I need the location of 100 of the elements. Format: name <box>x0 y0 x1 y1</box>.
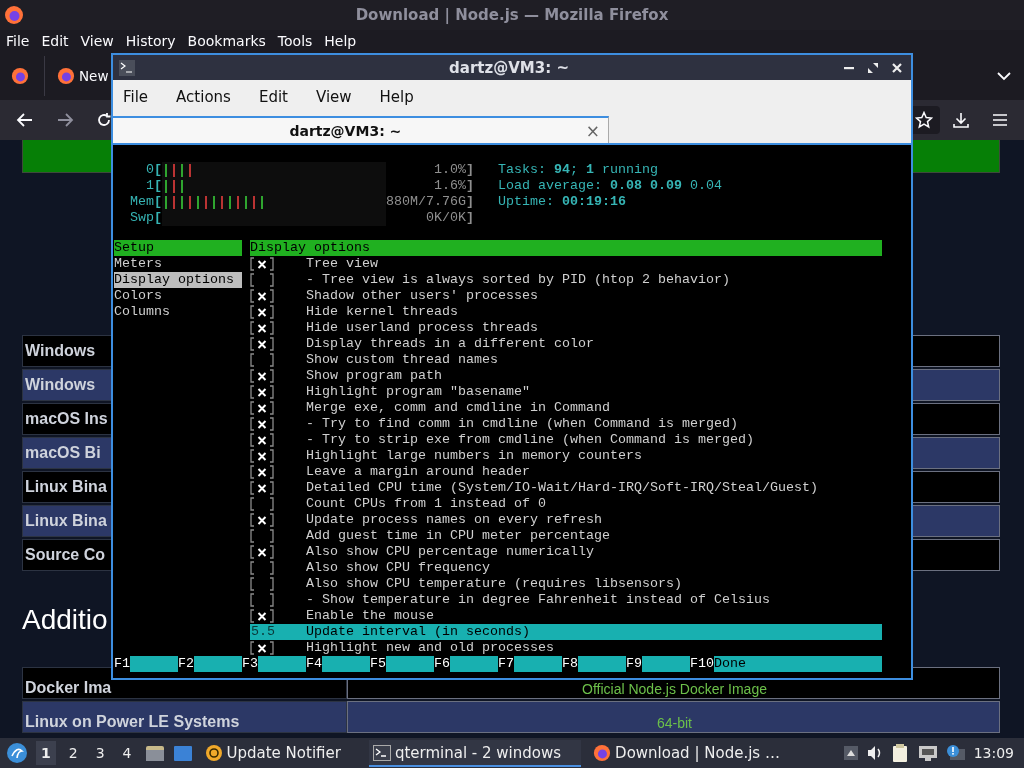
star-icon[interactable] <box>915 111 933 129</box>
menu-item[interactable]: View <box>315 87 352 106</box>
fox-globe-icon <box>57 67 75 85</box>
download-link[interactable]: 64-bit <box>657 715 692 731</box>
option-label[interactable]: Hide kernel threads <box>306 304 458 320</box>
checkbox[interactable] <box>250 257 274 271</box>
menu-item[interactable]: Help <box>324 33 357 49</box>
terminal-icon <box>372 744 391 761</box>
window-title: dartz@VM3: ~ <box>448 58 570 77</box>
close-icon[interactable] <box>891 61 903 74</box>
checkbox[interactable] <box>250 417 274 431</box>
option-label[interactable]: Enable the mouse <box>306 608 434 624</box>
menu-item[interactable]: Help <box>379 87 414 106</box>
clock: 13:09 <box>973 745 1015 761</box>
checkbox[interactable] <box>250 561 274 575</box>
workspace-button[interactable]: 1 <box>36 741 56 765</box>
download-link[interactable]: Official Node.js Docker Image <box>582 681 767 697</box>
checkbox[interactable] <box>250 289 274 303</box>
summary-line: Load average: 0.08 0.09 0.04 <box>498 178 722 194</box>
function-key: F5 <box>370 656 386 672</box>
category-item[interactable]: Display options <box>114 272 242 288</box>
option-label[interactable]: - Show temperature in degree Fahrenheit instead of Celsius <box>306 592 770 608</box>
checkbox[interactable] <box>250 273 274 287</box>
checkbox[interactable] <box>250 481 274 495</box>
checkbox[interactable] <box>250 497 274 511</box>
interval-field[interactable]: 5.5 <box>250 624 276 640</box>
network-icon[interactable] <box>917 744 938 762</box>
folder-icon[interactable] <box>144 744 165 762</box>
checkbox[interactable] <box>250 577 274 591</box>
checkbox[interactable] <box>250 433 274 447</box>
checkbox[interactable] <box>250 401 274 415</box>
checkbox[interactable] <box>250 449 274 463</box>
checkbox[interactable] <box>250 609 274 623</box>
meter-label: Mem[ <box>129 194 162 210</box>
meter-label: 0[ <box>145 162 162 178</box>
menu-item[interactable]: File <box>6 33 30 49</box>
notification-icon[interactable] <box>945 744 966 762</box>
checkbox[interactable] <box>250 385 274 399</box>
clipboard-icon[interactable] <box>891 743 910 763</box>
option-label[interactable]: Update interval (in seconds) <box>306 624 530 640</box>
reload-icon[interactable] <box>96 112 112 128</box>
checkbox[interactable] <box>250 353 274 367</box>
forward-arrow-icon[interactable] <box>56 112 74 128</box>
panel-header: Setup <box>114 240 242 256</box>
option-label[interactable]: Tree view <box>306 256 378 272</box>
back-arrow-icon[interactable] <box>16 112 34 128</box>
option-label[interactable]: - Tree view is always sorted by PID (htop 2 behavior) <box>306 272 730 288</box>
menu-item[interactable]: Actions <box>176 87 231 106</box>
checkbox[interactable] <box>250 641 274 655</box>
function-key: F6 <box>434 656 450 672</box>
download-icon[interactable] <box>952 111 970 129</box>
maximize-icon[interactable] <box>867 61 879 74</box>
menu-item[interactable]: Bookmarks <box>187 33 266 49</box>
workspace-button[interactable]: 2 <box>63 741 83 765</box>
option-label[interactable]: Shadow other users' processes <box>306 288 538 304</box>
start-menu-icon[interactable] <box>6 742 28 764</box>
fox-globe-icon[interactable] <box>11 67 29 85</box>
menu-item[interactable]: Tools <box>277 33 313 49</box>
summary-line: Uptime: 00:19:16 <box>498 194 627 210</box>
menu-item[interactable]: View <box>80 33 114 49</box>
checkbox[interactable] <box>250 321 274 335</box>
checkbox[interactable] <box>250 305 274 319</box>
option-label[interactable]: Also show CPU temperature (requires libsensors) <box>306 576 682 592</box>
category-item[interactable]: Columns <box>114 304 242 320</box>
function-key: F8 <box>562 656 578 672</box>
window-icon[interactable] <box>172 744 193 762</box>
window-title: Download | Node.js — Mozilla Firefox <box>354 6 670 24</box>
menu-icon[interactable] <box>992 113 1008 127</box>
category-item[interactable]: Colors <box>114 288 242 304</box>
workspace-button[interactable]: 3 <box>90 741 110 765</box>
close-button[interactable]: × <box>577 120 608 141</box>
checkbox[interactable] <box>250 513 274 527</box>
option-label[interactable]: Highlight new and old processes <box>306 640 554 656</box>
browser-tab[interactable]: New <box>44 56 109 96</box>
taskbar-button[interactable]: Download | Node.js … <box>589 739 800 767</box>
meter-reading: 0K/0K] <box>425 210 474 226</box>
function-key: F7 <box>498 656 514 672</box>
category-item[interactable]: Meters <box>114 256 242 272</box>
checkbox[interactable] <box>250 465 274 479</box>
menu-item[interactable]: File <box>123 87 149 106</box>
fox-globe-icon <box>593 743 612 762</box>
menu-item[interactable]: Edit <box>41 33 69 49</box>
workspace-button[interactable]: 4 <box>117 741 137 765</box>
checkbox[interactable] <box>250 529 274 543</box>
meter-reading: 1.6%] <box>433 178 474 194</box>
table-cell: Linux on Power LE Systems <box>22 701 347 733</box>
menu-item[interactable]: History <box>125 33 176 49</box>
chevron-down-icon[interactable] <box>996 71 1012 81</box>
function-key-action[interactable]: Done <box>714 656 882 672</box>
checkbox[interactable] <box>250 369 274 383</box>
checkbox[interactable] <box>250 337 274 351</box>
option-label[interactable]: Hide userland process threads <box>306 320 538 336</box>
menu-item[interactable]: Edit <box>258 87 288 106</box>
taskbar-button[interactable]: Update Notifier <box>200 739 361 767</box>
fox-globe-icon <box>4 5 24 25</box>
meter-reading: 880M/7.76G] <box>386 194 474 210</box>
taskbar-button[interactable]: qterminal - 2 windows <box>368 739 582 767</box>
terminal-tab[interactable]: dartz@VM3: ~ × <box>113 116 609 143</box>
checkbox[interactable] <box>250 545 274 559</box>
checkbox[interactable] <box>250 593 274 607</box>
